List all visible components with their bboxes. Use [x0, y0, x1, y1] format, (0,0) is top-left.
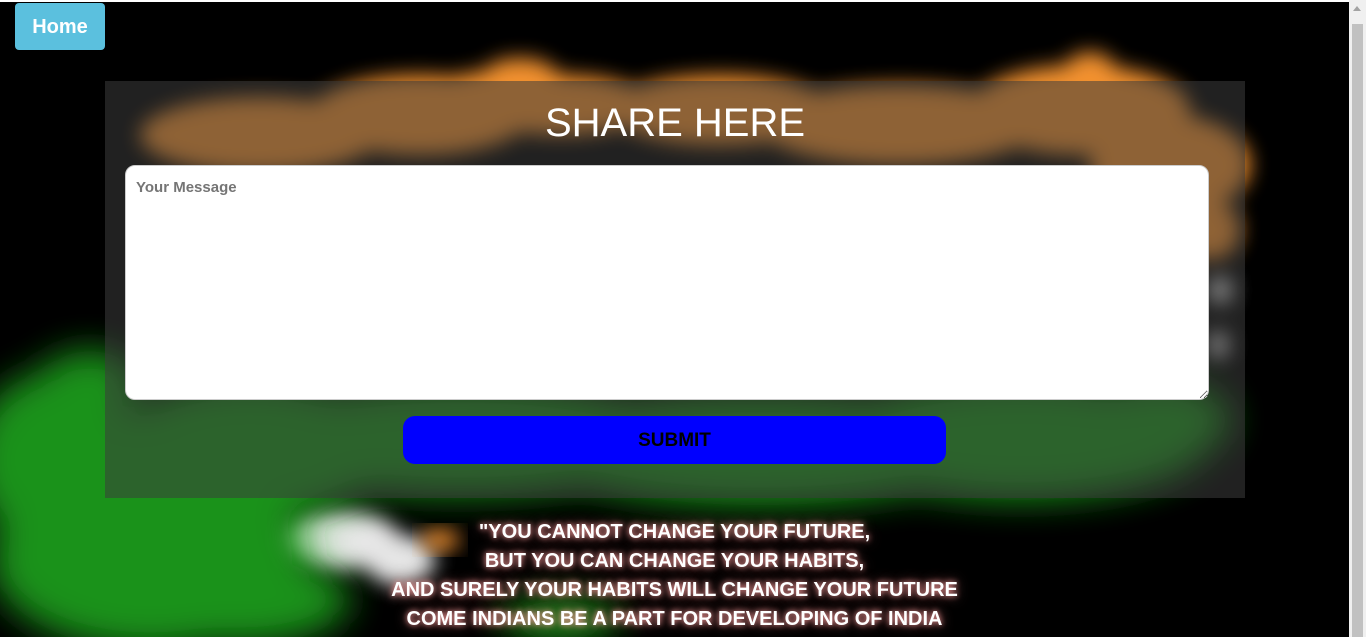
window-top-border [0, 0, 1366, 2]
share-panel: SHARE HERE SUBMIT [105, 81, 1245, 498]
scrollbar-thumb[interactable] [1352, 24, 1363, 637]
quote-line-4: COME INDIANS BE A PART FOR DEVELOPING OF… [406, 608, 943, 630]
panel-title: SHARE HERE [544, 101, 806, 145]
scroll-up-arrow-icon[interactable] [1353, 6, 1361, 11]
message-textarea[interactable] [125, 165, 1209, 400]
vertical-scrollbar[interactable] [1349, 0, 1366, 637]
quote-line-2: BUT YOU CAN CHANGE YOUR HABITS, [484, 550, 865, 572]
home-button[interactable]: Home [15, 3, 105, 50]
submit-button[interactable]: SUBMIT [403, 416, 946, 464]
page: Home SHARE HERE SUBMIT "YOU CANNOT CHANG… [0, 0, 1366, 637]
quote-line-1: "YOU CANNOT CHANGE YOUR FUTURE, [478, 521, 871, 543]
quote-block: "YOU CANNOT CHANGE YOUR FUTURE, BUT YOU … [0, 518, 1349, 634]
quote-line-3: AND SURELY YOUR HABITS WILL CHANGE YOUR … [391, 579, 958, 601]
